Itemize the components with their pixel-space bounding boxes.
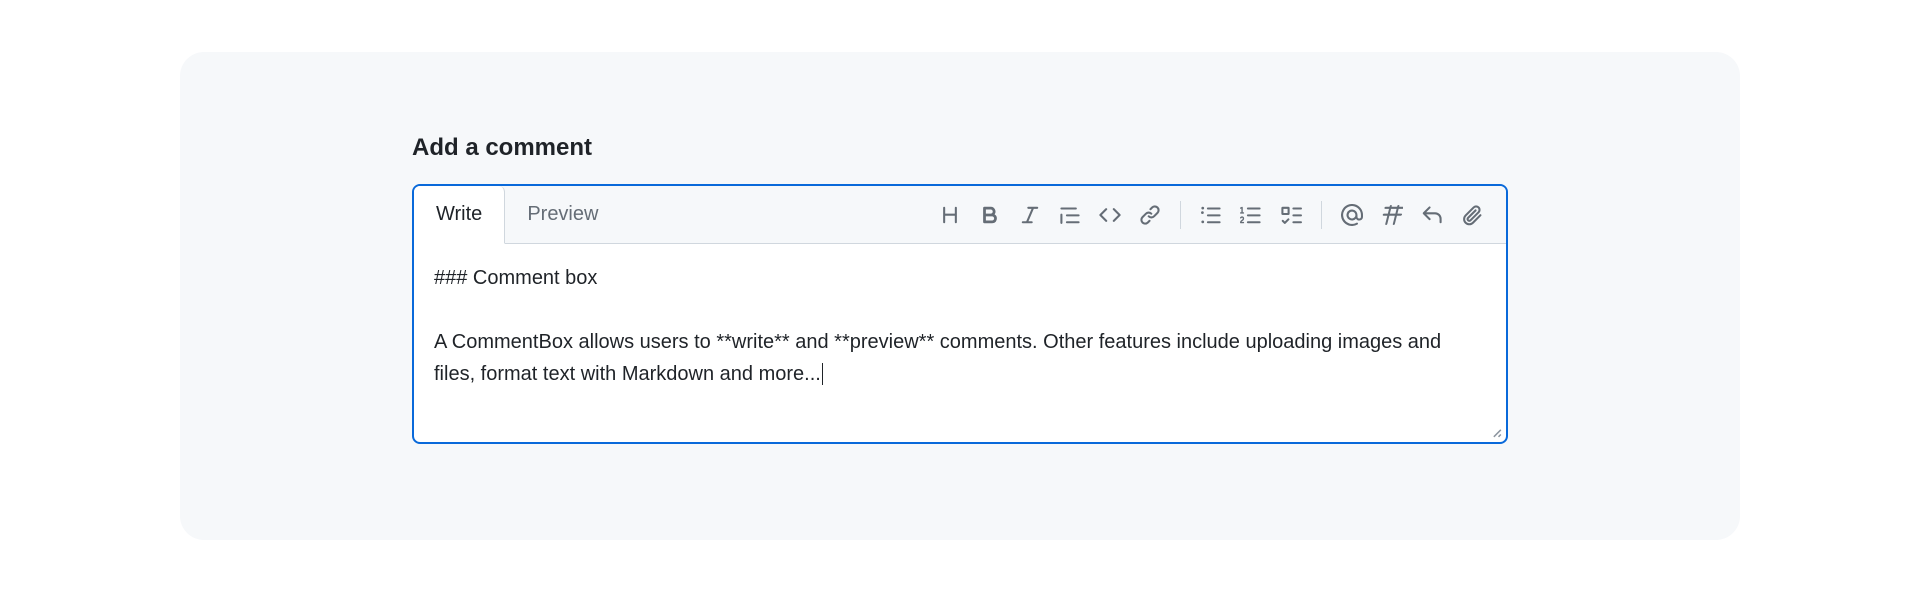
heading-button[interactable]: [930, 195, 970, 235]
editor-toolbar: Write Preview: [414, 186, 1506, 244]
toolbar-icons: [930, 186, 1506, 243]
task-list-icon: [1280, 204, 1302, 226]
reply-button[interactable]: [1412, 195, 1452, 235]
comment-editor: Write Preview: [412, 184, 1508, 444]
paperclip-icon: [1461, 204, 1483, 226]
bold-icon: [979, 204, 1001, 226]
editor-tabs: Write Preview: [414, 186, 620, 243]
link-icon: [1139, 204, 1161, 226]
task-list-button[interactable]: [1271, 195, 1311, 235]
text-cursor: [822, 363, 823, 385]
unordered-list-icon: [1200, 204, 1222, 226]
tab-write[interactable]: Write: [414, 186, 505, 244]
comment-textarea[interactable]: ### Comment box A CommentBox allows user…: [434, 262, 1486, 432]
comment-card: Add a comment Write Preview: [180, 52, 1740, 540]
mention-button[interactable]: [1332, 195, 1372, 235]
bold-button[interactable]: [970, 195, 1010, 235]
hash-icon: [1381, 204, 1403, 226]
italic-icon: [1019, 204, 1041, 226]
link-button[interactable]: [1130, 195, 1170, 235]
attach-button[interactable]: [1452, 195, 1492, 235]
section-title: Add a comment: [412, 134, 1508, 162]
toolbar-divider: [1321, 201, 1322, 229]
code-button[interactable]: [1090, 195, 1130, 235]
reference-button[interactable]: [1372, 195, 1412, 235]
toolbar-divider: [1180, 201, 1181, 229]
tab-preview[interactable]: Preview: [505, 186, 620, 243]
italic-button[interactable]: [1010, 195, 1050, 235]
ordered-list-icon: [1240, 204, 1262, 226]
code-icon: [1099, 204, 1121, 226]
unordered-list-button[interactable]: [1191, 195, 1231, 235]
textarea-container: ### Comment box A CommentBox allows user…: [414, 244, 1506, 442]
mention-icon: [1341, 204, 1363, 226]
heading-icon: [939, 204, 961, 226]
resize-handle-icon[interactable]: [1488, 424, 1502, 438]
reply-icon: [1421, 204, 1443, 226]
quote-button[interactable]: [1050, 195, 1090, 235]
ordered-list-button[interactable]: [1231, 195, 1271, 235]
quote-icon: [1059, 204, 1081, 226]
